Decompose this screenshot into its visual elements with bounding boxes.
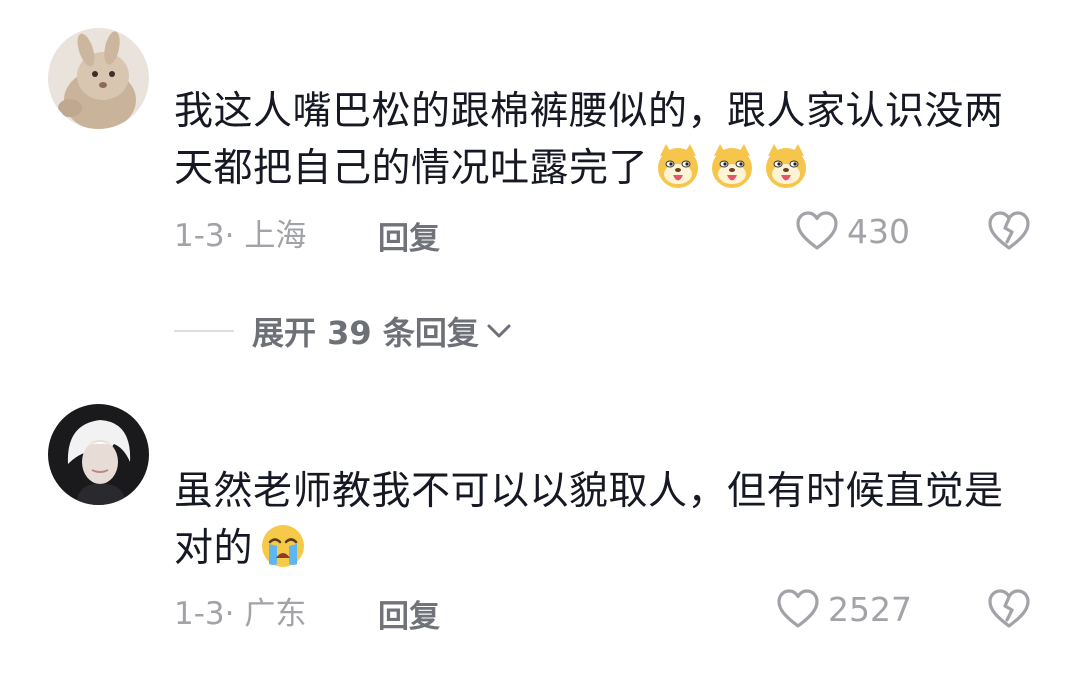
reply-button[interactable]: 回复 [378,213,440,258]
reply-button[interactable]: 回复 [378,591,440,636]
like-button[interactable]: 430 [795,210,910,252]
comment-text: 我这人嘴巴松的跟棉裤腰似的，跟人家认识没两天都把自己的情况吐露完了 [174,83,1024,197]
smug-dog-emoji [654,142,702,190]
broken-heart-icon [988,211,1030,250]
like-count: 2527 [828,589,912,629]
comment-meta: 1-3· 上海 [174,210,306,254]
heart-icon [777,589,819,628]
divider-line [174,330,234,332]
comment-meta: 1-3· 广东 [174,588,306,632]
dislike-button[interactable] [987,210,1031,256]
crying-face-emoji [259,522,307,570]
smug-dog-emoji [762,142,810,190]
heart-icon [796,211,838,250]
expand-replies-label: 展开 39 条回复 [252,314,479,352]
smug-dog-emoji [708,142,756,190]
date-location: 1-3· 上海 [174,217,307,254]
comment-body: 我这人嘴巴松的跟棉裤腰似的，跟人家认识没两天都把自己的情况吐露完了 [174,89,1004,191]
comment-text: 虽然老师教我不可以以貌取人，但有时候直觉是对的 [174,463,1024,577]
avatar[interactable] [48,28,149,129]
date-location: 1-3· 广东 [174,595,307,632]
broken-heart-icon [988,589,1030,628]
expand-replies-button[interactable]: 展开 39 条回复 [174,306,513,356]
like-count: 430 [847,211,910,251]
avatar[interactable] [48,404,149,505]
dislike-button[interactable] [987,588,1031,634]
chevron-down-icon [487,324,511,338]
like-button[interactable]: 2527 [776,588,912,630]
